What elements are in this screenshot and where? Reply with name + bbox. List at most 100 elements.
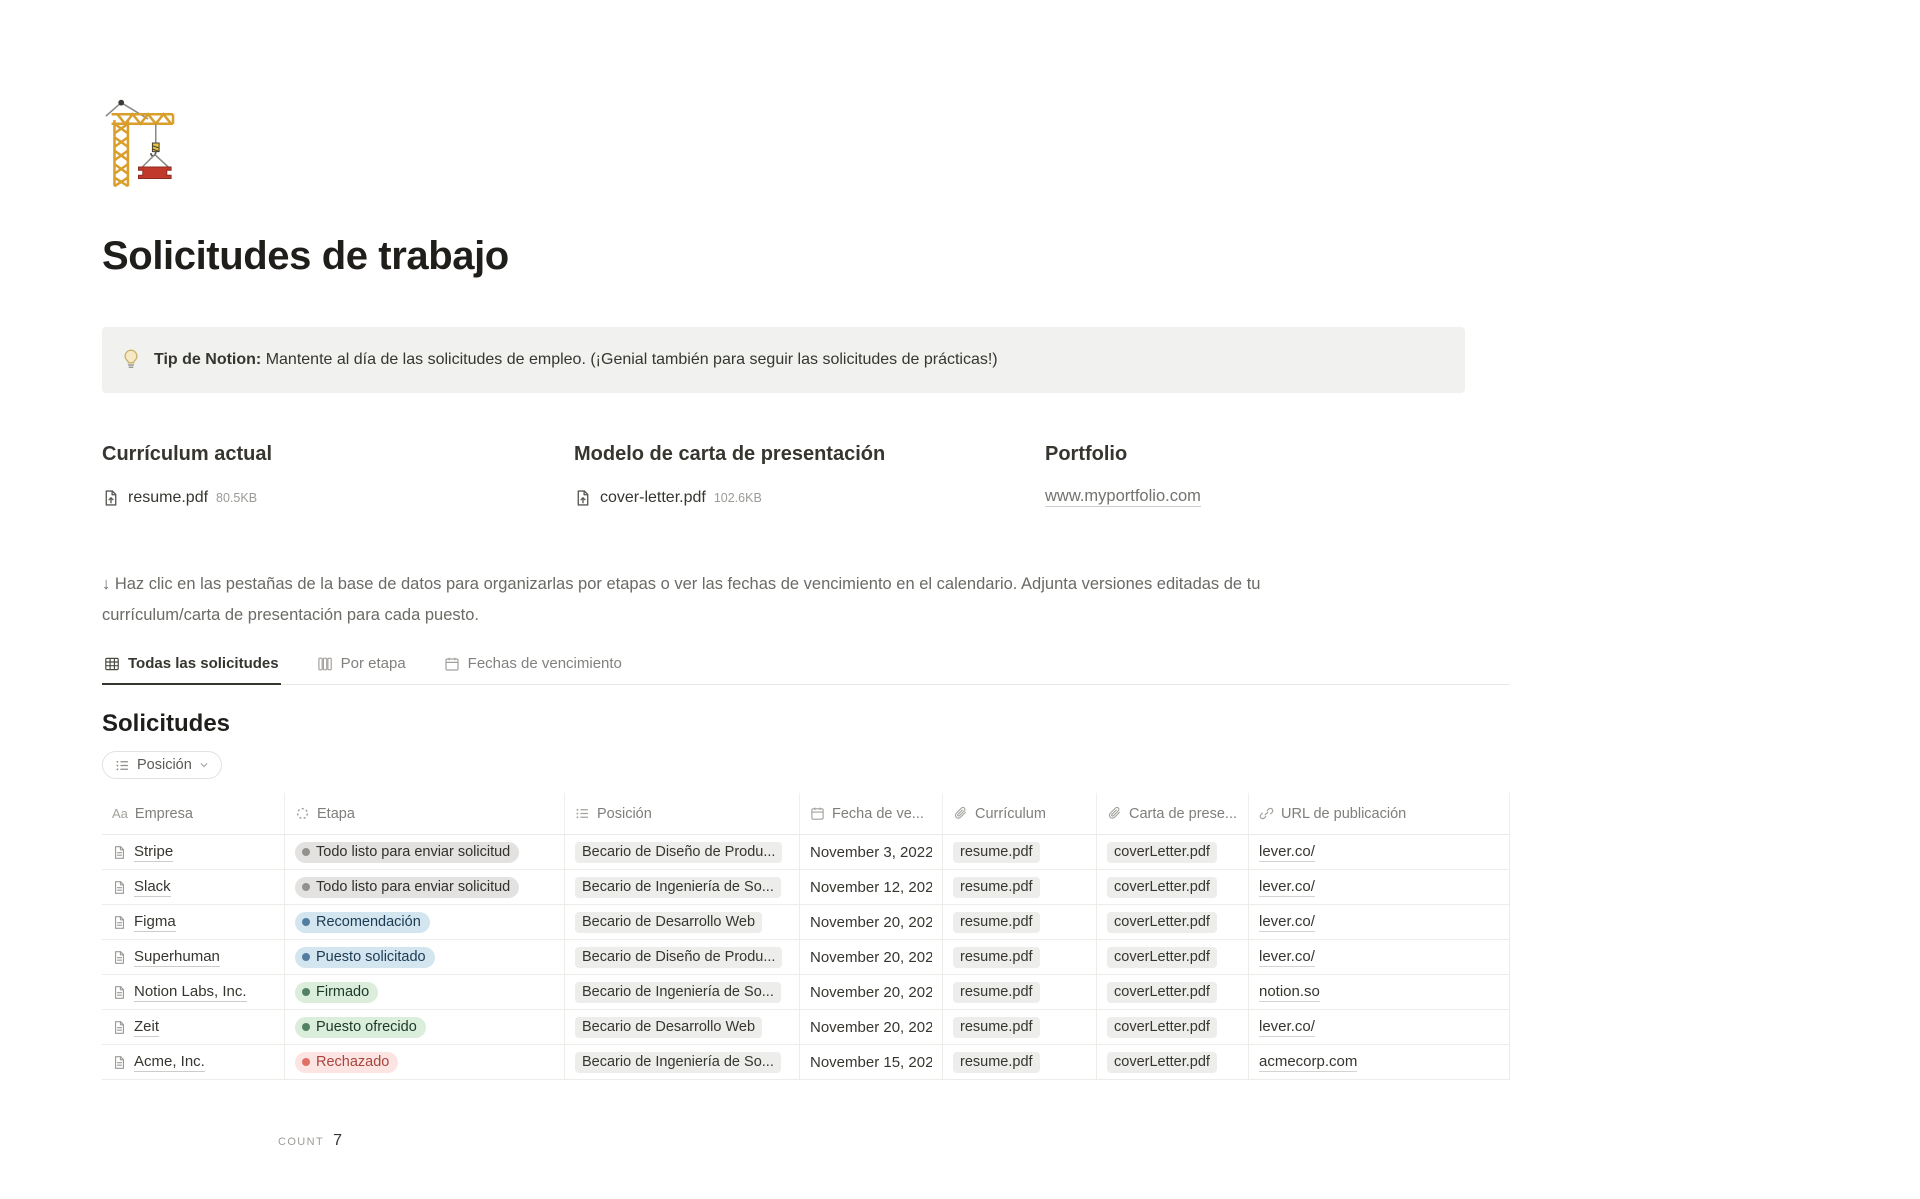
url-cell[interactable]: lever.co/ [1249, 905, 1510, 939]
position-cell[interactable]: Becario de Desarrollo Web [565, 1010, 800, 1044]
stage-tag[interactable]: Todo listo para enviar solicitud [295, 842, 519, 863]
position-tag[interactable]: Becario de Ingeniería de So... [575, 982, 781, 1003]
due-date-cell[interactable]: November 15, 2022 [800, 1045, 943, 1079]
column-header-url[interactable]: URL de publicación [1249, 793, 1510, 834]
stage-cell[interactable]: Recomendación [285, 905, 565, 939]
stage-tag[interactable]: Puesto solicitado [295, 947, 435, 968]
company-link[interactable]: Figma [134, 913, 176, 932]
curriculum-cell[interactable]: resume.pdf [943, 1045, 1097, 1079]
curriculum-cell[interactable]: resume.pdf [943, 870, 1097, 904]
posting-url-link[interactable]: lever.co/ [1259, 843, 1315, 862]
cover-letter-file[interactable]: cover-letter.pdf 102.6KB [574, 489, 1045, 507]
posting-url-link[interactable]: lever.co/ [1259, 1018, 1315, 1037]
stage-cell[interactable]: Todo listo para enviar solicitud [285, 870, 565, 904]
cover-letter-file-tag[interactable]: coverLetter.pdf [1107, 982, 1217, 1003]
company-cell[interactable]: Figma [102, 905, 285, 939]
construction-crane-icon[interactable] [102, 95, 198, 191]
position-tag[interactable]: Becario de Desarrollo Web [575, 1017, 762, 1038]
company-link[interactable]: Stripe [134, 843, 173, 862]
company-cell[interactable]: Superhuman [102, 940, 285, 974]
table-row[interactable]: Zeit Puesto ofrecido Becario de Desarrol… [102, 1010, 1510, 1045]
portfolio-link[interactable]: www.myportfolio.com [1045, 487, 1201, 507]
cover-letter-cell[interactable]: coverLetter.pdf [1097, 1010, 1249, 1044]
url-cell[interactable]: lever.co/ [1249, 940, 1510, 974]
company-cell[interactable]: Slack [102, 870, 285, 904]
table-row[interactable]: Superhuman Puesto solicitado Becario de … [102, 940, 1510, 975]
cover-letter-cell[interactable]: coverLetter.pdf [1097, 870, 1249, 904]
position-tag[interactable]: Becario de Diseño de Produ... [575, 842, 782, 863]
company-cell[interactable]: Stripe [102, 835, 285, 869]
posting-url-link[interactable]: lever.co/ [1259, 948, 1315, 967]
curriculum-cell[interactable]: resume.pdf [943, 835, 1097, 869]
url-cell[interactable]: lever.co/ [1249, 835, 1510, 869]
column-header-fecha[interactable]: Fecha de ve... [800, 793, 943, 834]
stage-cell[interactable]: Puesto ofrecido [285, 1010, 565, 1044]
company-link[interactable]: Acme, Inc. [134, 1053, 205, 1072]
resume-file-tag[interactable]: resume.pdf [953, 1052, 1040, 1073]
url-cell[interactable]: lever.co/ [1249, 1010, 1510, 1044]
table-row[interactable]: Notion Labs, Inc. Firmado Becario de Ing… [102, 975, 1510, 1010]
company-cell[interactable]: Notion Labs, Inc. [102, 975, 285, 1009]
column-header-etapa[interactable]: Etapa [285, 793, 565, 834]
tab-por-etapa[interactable]: Por etapa [315, 655, 408, 685]
company-link[interactable]: Zeit [134, 1018, 159, 1037]
due-date-cell[interactable]: November 20, 2022 [800, 975, 943, 1009]
curriculum-cell[interactable]: resume.pdf [943, 975, 1097, 1009]
stage-tag[interactable]: Firmado [295, 982, 378, 1003]
stage-cell[interactable]: Firmado [285, 975, 565, 1009]
tab-todas-las-solicitudes[interactable]: Todas las solicitudes [102, 655, 281, 685]
due-date-cell[interactable]: November 3, 2022 [800, 835, 943, 869]
resume-file-tag[interactable]: resume.pdf [953, 842, 1040, 863]
company-link[interactable]: Slack [134, 878, 171, 897]
cover-letter-cell[interactable]: coverLetter.pdf [1097, 975, 1249, 1009]
position-cell[interactable]: Becario de Desarrollo Web [565, 905, 800, 939]
cover-letter-file-tag[interactable]: coverLetter.pdf [1107, 1017, 1217, 1038]
cover-letter-cell[interactable]: coverLetter.pdf [1097, 1045, 1249, 1079]
position-cell[interactable]: Becario de Ingeniería de So... [565, 1045, 800, 1079]
resume-file[interactable]: resume.pdf 80.5KB [102, 489, 574, 507]
curriculum-cell[interactable]: resume.pdf [943, 905, 1097, 939]
position-cell[interactable]: Becario de Ingeniería de So... [565, 870, 800, 904]
table-row[interactable]: Slack Todo listo para enviar solicitud B… [102, 870, 1510, 905]
cover-letter-file-tag[interactable]: coverLetter.pdf [1107, 842, 1217, 863]
position-tag[interactable]: Becario de Diseño de Produ... [575, 947, 782, 968]
file-name[interactable]: cover-letter.pdf [600, 489, 706, 507]
url-cell[interactable]: acmecorp.com [1249, 1045, 1510, 1079]
cover-letter-cell[interactable]: coverLetter.pdf [1097, 835, 1249, 869]
resume-file-tag[interactable]: resume.pdf [953, 1017, 1040, 1038]
stage-tag[interactable]: Rechazado [295, 1052, 398, 1073]
stage-cell[interactable]: Todo listo para enviar solicitud [285, 835, 565, 869]
table-row[interactable]: Acme, Inc. Rechazado Becario de Ingenier… [102, 1045, 1510, 1080]
due-date-cell[interactable]: November 12, 2022 [800, 870, 943, 904]
cover-letter-cell[interactable]: coverLetter.pdf [1097, 905, 1249, 939]
resume-file-tag[interactable]: resume.pdf [953, 912, 1040, 933]
stage-cell[interactable]: Rechazado [285, 1045, 565, 1079]
posting-url-link[interactable]: lever.co/ [1259, 878, 1315, 897]
position-filter-button[interactable]: Posición [102, 751, 222, 779]
cover-letter-file-tag[interactable]: coverLetter.pdf [1107, 912, 1217, 933]
company-link[interactable]: Superhuman [134, 948, 220, 967]
position-cell[interactable]: Becario de Ingeniería de So... [565, 975, 800, 1009]
cover-letter-file-tag[interactable]: coverLetter.pdf [1107, 947, 1217, 968]
posting-url-link[interactable]: lever.co/ [1259, 913, 1315, 932]
company-cell[interactable]: Acme, Inc. [102, 1045, 285, 1079]
table-row[interactable]: Stripe Todo listo para enviar solicitud … [102, 835, 1510, 870]
company-link[interactable]: Notion Labs, Inc. [134, 983, 247, 1002]
url-cell[interactable]: notion.so [1249, 975, 1510, 1009]
resume-file-tag[interactable]: resume.pdf [953, 877, 1040, 898]
file-name[interactable]: resume.pdf [128, 489, 208, 507]
column-header-carta[interactable]: Carta de prese... [1097, 793, 1249, 834]
position-cell[interactable]: Becario de Diseño de Produ... [565, 835, 800, 869]
stage-tag[interactable]: Todo listo para enviar solicitud [295, 877, 519, 898]
stage-tag[interactable]: Puesto ofrecido [295, 1017, 426, 1038]
stage-tag[interactable]: Recomendación [295, 912, 430, 933]
column-header-empresa[interactable]: Aa Empresa [102, 793, 285, 834]
position-tag[interactable]: Becario de Ingeniería de So... [575, 1052, 781, 1073]
posting-url-link[interactable]: acmecorp.com [1259, 1053, 1357, 1072]
position-tag[interactable]: Becario de Ingeniería de So... [575, 877, 781, 898]
company-cell[interactable]: Zeit [102, 1010, 285, 1044]
table-row[interactable]: Figma Recomendación Becario de Desarroll… [102, 905, 1510, 940]
due-date-cell[interactable]: November 20, 2022 [800, 905, 943, 939]
curriculum-cell[interactable]: resume.pdf [943, 1010, 1097, 1044]
url-cell[interactable]: lever.co/ [1249, 870, 1510, 904]
